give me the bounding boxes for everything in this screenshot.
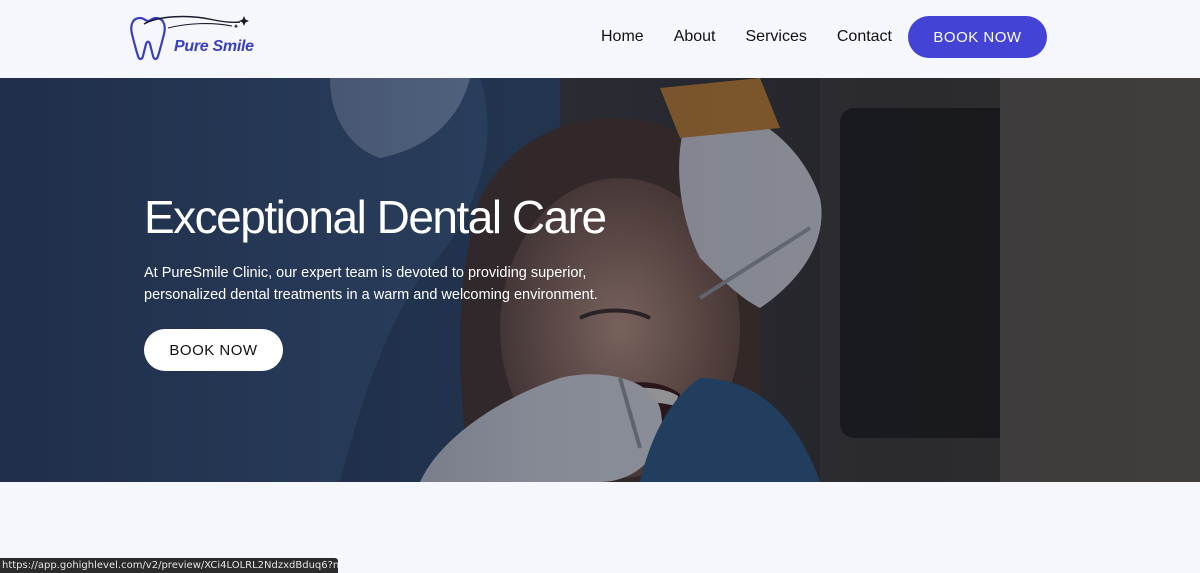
- hero-book-now-button[interactable]: BOOK NOW: [144, 329, 283, 371]
- nav-about[interactable]: About: [674, 28, 716, 46]
- nav-home[interactable]: Home: [601, 28, 644, 46]
- hero-section: Exceptional Dental Care At PureSmile Cli…: [0, 78, 1200, 482]
- hero-title: Exceptional Dental Care: [144, 191, 607, 243]
- main-nav: Home About Services Contact BOOK NOW: [601, 16, 1047, 58]
- logo-text: Pure Smile: [174, 38, 254, 55]
- site-header: Pure Smile Home About Services Contact B…: [0, 0, 1200, 78]
- pure-smile-logo[interactable]: Pure Smile: [128, 12, 256, 64]
- link-status-bar: https://app.gohighlevel.com/v2/preview/X…: [0, 558, 338, 573]
- nav-services[interactable]: Services: [746, 28, 807, 46]
- nav-contact[interactable]: Contact: [837, 28, 892, 46]
- hero-description: At PureSmile Clinic, our expert team is …: [144, 265, 598, 303]
- header-book-now-button[interactable]: BOOK NOW: [908, 16, 1047, 58]
